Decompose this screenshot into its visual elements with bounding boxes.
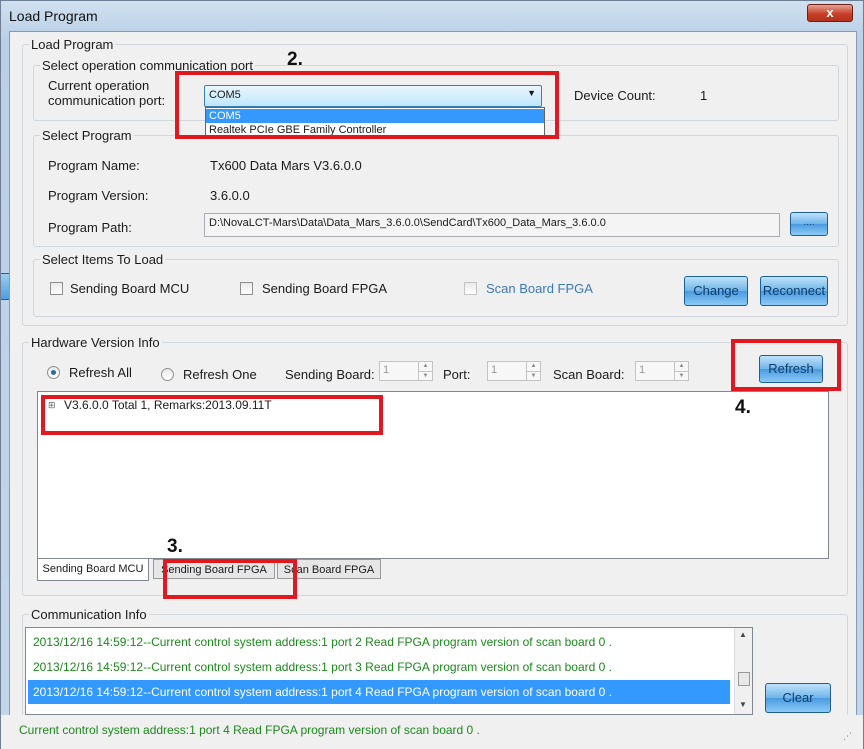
clear-button[interactable]: Clear xyxy=(765,683,831,713)
log-line[interactable]: 2013/12/16 14:59:12--Current control sys… xyxy=(28,655,730,679)
sending-mcu-label: Sending Board MCU xyxy=(70,281,190,296)
tab-sending-board-mcu[interactable]: Sending Board MCU xyxy=(37,559,149,581)
select-program-group-label: Select Program xyxy=(40,128,134,143)
scan-board-spinner[interactable]: 1 ▲ ▼ xyxy=(635,361,689,381)
annotation-box-port xyxy=(175,71,559,139)
sending-board-label: Sending Board: xyxy=(285,367,375,382)
port-spinner[interactable]: 1 ▲ ▼ xyxy=(487,361,541,381)
sending-fpga-checkbox[interactable] xyxy=(240,282,253,295)
refresh-one-radio[interactable] xyxy=(161,368,174,381)
spin-up-icon[interactable]: ▲ xyxy=(526,362,540,371)
hardware-version-group-label: Hardware Version Info xyxy=(29,335,162,350)
refresh-all-radio[interactable] xyxy=(47,366,60,379)
program-version-label: Program Version: xyxy=(48,188,149,203)
load-program-group-label: Load Program xyxy=(29,37,116,52)
status-text: Current control system address:1 port 4 … xyxy=(19,723,480,737)
program-version-value: 3.6.0.0 xyxy=(210,188,250,203)
annotation-step-3: 3. xyxy=(167,536,183,557)
change-button[interactable]: Change xyxy=(684,276,748,306)
refresh-one-label: Refresh One xyxy=(183,367,257,382)
communication-info-group: Communication Info 2013/12/16 14:59:12--… xyxy=(22,607,848,718)
device-count-label: Device Count: xyxy=(574,88,656,103)
log-line-selected[interactable]: 2013/12/16 14:59:12--Current control sys… xyxy=(28,680,730,704)
spin-up-icon[interactable]: ▲ xyxy=(418,362,432,371)
annotation-step-4: 4. xyxy=(735,397,751,418)
scan-board-label: Scan Board: xyxy=(553,367,625,382)
log-line[interactable]: 2013/12/16 14:59:12--Current control sys… xyxy=(28,630,730,654)
scroll-down-icon[interactable]: ▼ xyxy=(739,700,747,709)
hardware-version-group: Hardware Version Info Refresh All Refres… xyxy=(22,335,848,596)
sending-board-spinner-value: 1 xyxy=(383,364,390,376)
title-bar[interactable]: Load Program x xyxy=(1,1,863,31)
port-spinner-value: 1 xyxy=(491,364,498,376)
sending-board-spinner[interactable]: 1 ▲ ▼ xyxy=(379,361,433,381)
device-count-value: 1 xyxy=(700,88,708,103)
communication-log[interactable]: 2013/12/16 14:59:12--Current control sys… xyxy=(25,627,753,715)
annotation-box-refresh xyxy=(731,339,841,391)
scroll-thumb[interactable] xyxy=(738,672,750,686)
select-items-group-label: Select Items To Load xyxy=(40,252,166,267)
status-bar: Current control system address:1 port 4 … xyxy=(1,715,863,749)
scroll-up-icon[interactable]: ▲ xyxy=(739,630,747,639)
close-button[interactable]: x xyxy=(807,4,853,22)
program-path-label: Program Path: xyxy=(48,220,132,235)
current-port-label: Current operation communication port: xyxy=(48,78,166,108)
annotation-box-fpga-tab xyxy=(163,559,297,599)
annotation-box-tree xyxy=(41,395,383,435)
spin-down-icon[interactable]: ▼ xyxy=(674,371,688,380)
program-name-value: Tx600 Data Mars V3.6.0.0 xyxy=(210,158,362,173)
scan-fpga-label: Scan Board FPGA xyxy=(486,281,593,296)
browse-button[interactable]: .... xyxy=(790,212,828,236)
select-program-group: Select Program Program Name: Tx600 Data … xyxy=(33,128,839,247)
program-name-label: Program Name: xyxy=(48,158,140,173)
resize-grip-icon[interactable]: ⋰ xyxy=(843,731,852,742)
select-items-group: Select Items To Load Sending Board MCU S… xyxy=(33,252,839,317)
sending-fpga-label: Sending Board FPGA xyxy=(262,281,388,296)
spin-down-icon[interactable]: ▼ xyxy=(418,371,432,380)
window-title: Load Program xyxy=(9,8,98,24)
refresh-all-label: Refresh All xyxy=(69,365,132,380)
load-program-window: Load Program x Load Program Select opera… xyxy=(0,0,864,749)
scan-board-spinner-value: 1 xyxy=(639,364,646,376)
spin-down-icon[interactable]: ▼ xyxy=(526,371,540,380)
scan-fpga-checkbox[interactable] xyxy=(464,282,477,295)
sending-mcu-checkbox[interactable] xyxy=(50,282,63,295)
communication-info-group-label: Communication Info xyxy=(29,607,149,622)
reconnect-button[interactable]: Reconnect xyxy=(760,276,828,306)
spin-up-icon[interactable]: ▲ xyxy=(674,362,688,371)
program-path-field[interactable]: D:\NovaLCT-Mars\Data\Data_Mars_3.6.0.0\S… xyxy=(204,213,780,237)
log-scrollbar[interactable]: ▲ ▼ xyxy=(734,628,752,714)
annotation-step-2: 2. xyxy=(287,49,303,70)
port-label: Port: xyxy=(443,367,471,382)
